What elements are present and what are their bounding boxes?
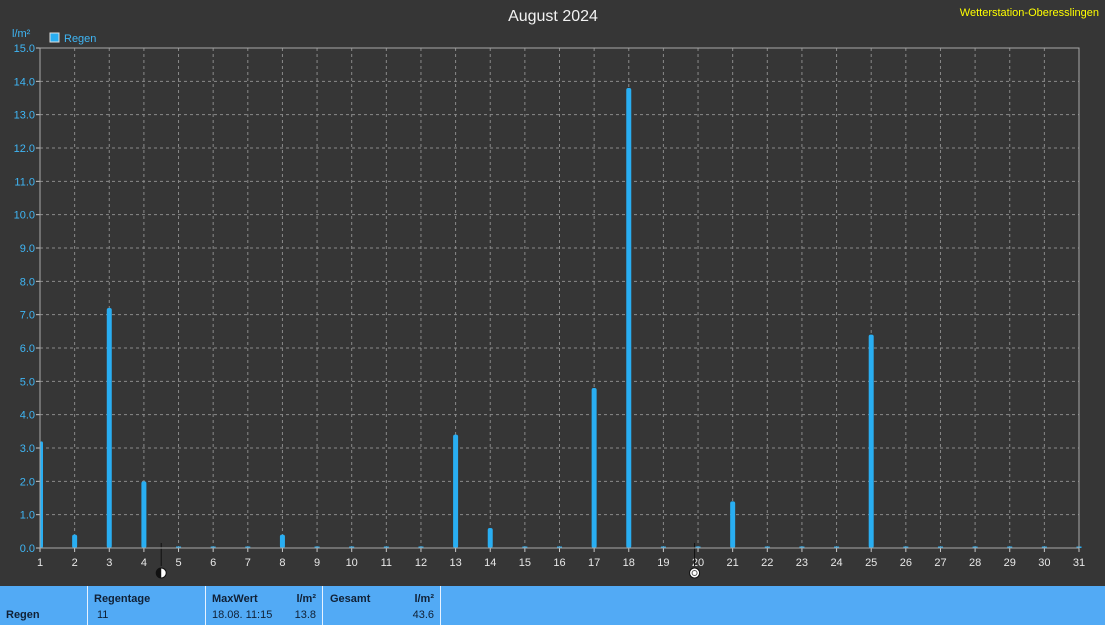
- bar: [72, 534, 78, 548]
- chart-title: August 2024: [508, 8, 598, 25]
- bar: [141, 481, 147, 548]
- full-moon-icon: [689, 567, 701, 579]
- maxwert-label: MaxWert: [212, 593, 258, 605]
- maxwert-unit: l/m²: [296, 593, 316, 605]
- x-tick-label: 28: [969, 557, 981, 569]
- y-tick-label: 10.0: [14, 210, 35, 222]
- bar: [591, 388, 597, 548]
- x-tick-label: 31: [1073, 557, 1085, 569]
- maxwert-cell: MaxWert l/m² 18.08. 11:15 13.8: [206, 586, 323, 625]
- x-tick-label: 2: [72, 557, 78, 569]
- x-tick-label: 18: [623, 557, 635, 569]
- x-tick-label: 29: [1004, 557, 1016, 569]
- footer-row-label: Regen: [6, 609, 40, 621]
- maxwert-value: 13.8: [294, 609, 316, 621]
- x-tick-label: 23: [796, 557, 808, 569]
- y-axis-unit: l/m²: [12, 28, 31, 40]
- bar: [106, 308, 112, 548]
- x-tick-label: 19: [657, 557, 669, 569]
- y-tick-label: 11.0: [14, 176, 35, 188]
- x-tick-label: 13: [449, 557, 461, 569]
- x-tick-label: 27: [934, 557, 946, 569]
- rain-chart: August 2024 Wetterstation-Oberesslingen …: [12, 7, 1099, 579]
- x-tick-label: 9: [314, 557, 320, 569]
- x-tick-label: 26: [900, 557, 912, 569]
- x-tick-label: 30: [1038, 557, 1050, 569]
- y-axis: 0.0 1.0 2.0 3.0 4.0 5.0 6.0 7.0 8.0 9.0 10.0 11.0 12…: [14, 43, 40, 555]
- x-tick-label: 22: [761, 557, 773, 569]
- x-tick-label: 5: [175, 557, 181, 569]
- y-tick-label: 5.0: [20, 376, 35, 388]
- gesamt-cell: Gesamt l/m² 43.6: [323, 586, 441, 625]
- y-tick-label: 9.0: [20, 243, 35, 255]
- y-tick-label: 2.0: [20, 476, 35, 488]
- y-tick-label: 0.0: [20, 543, 35, 555]
- x-tick-label: 7: [245, 557, 251, 569]
- y-tick-label: 15.0: [14, 43, 35, 55]
- x-tick-label: 25: [865, 557, 877, 569]
- bar: [453, 434, 459, 548]
- regentage-value: 11: [97, 609, 109, 621]
- footer-row-label-cell: Regen: [0, 586, 88, 625]
- bar: [868, 334, 874, 548]
- summary-footer: Regen Regentage 11 MaxWert l/m² 18.08. 1…: [0, 586, 1105, 625]
- x-tick-label: 14: [484, 557, 496, 569]
- x-tick-label: 10: [346, 557, 358, 569]
- bar: [730, 501, 736, 548]
- x-tick-label: 21: [727, 557, 739, 569]
- x-tick-label: 12: [415, 557, 427, 569]
- moon-shadow: [156, 568, 162, 578]
- y-tick-label: 13.0: [14, 110, 35, 122]
- gesamt-label: Gesamt: [330, 593, 371, 605]
- x-tick-label: 24: [830, 557, 842, 569]
- y-tick-label: 12.0: [14, 143, 35, 155]
- moon-disc: [689, 567, 701, 579]
- x-tick-label: 6: [210, 557, 216, 569]
- x-tick-label: 16: [553, 557, 565, 569]
- legend-label: Regen: [64, 33, 96, 45]
- y-tick-label: 7.0: [20, 310, 35, 322]
- x-tick-label: 8: [279, 557, 285, 569]
- y-tick-label: 14.0: [14, 76, 35, 88]
- x-tick-label: 17: [588, 557, 600, 569]
- y-tick-label: 1.0: [20, 510, 35, 522]
- half-moon-icon: [155, 567, 167, 579]
- x-tick-label: 20: [692, 557, 704, 569]
- gesamt-value: 43.6: [412, 609, 434, 621]
- y-tick-label: 8.0: [20, 276, 35, 288]
- gesamt-unit: l/m²: [414, 593, 434, 605]
- x-tick-label: 4: [141, 557, 147, 569]
- y-tick-label: 3.0: [20, 443, 35, 455]
- bar: [487, 528, 493, 548]
- x-axis: 1 2 3 4 5 6 7 8 9 10 11 12 13 14 15 16 17 18 19 20 21 22 23 24 2…: [37, 548, 1085, 569]
- bars: [40, 88, 1082, 548]
- x-tick-label: 15: [519, 557, 531, 569]
- grid: [39, 47, 1080, 549]
- bar: [626, 88, 632, 548]
- regentage-label: Regentage: [94, 593, 151, 605]
- x-tick-label: 3: [106, 557, 112, 569]
- legend-swatch: [49, 32, 60, 43]
- bar: [279, 534, 285, 548]
- x-tick-label: 11: [381, 557, 392, 569]
- station-name: Wetterstation-Oberesslingen: [960, 7, 1099, 19]
- y-tick-label: 6.0: [20, 343, 35, 355]
- y-tick-label: 4.0: [20, 410, 35, 422]
- maxwert-date: 18.08. 11:15: [212, 609, 273, 621]
- regentage-cell: Regentage 11: [88, 586, 206, 625]
- x-tick-label: 1: [37, 557, 43, 569]
